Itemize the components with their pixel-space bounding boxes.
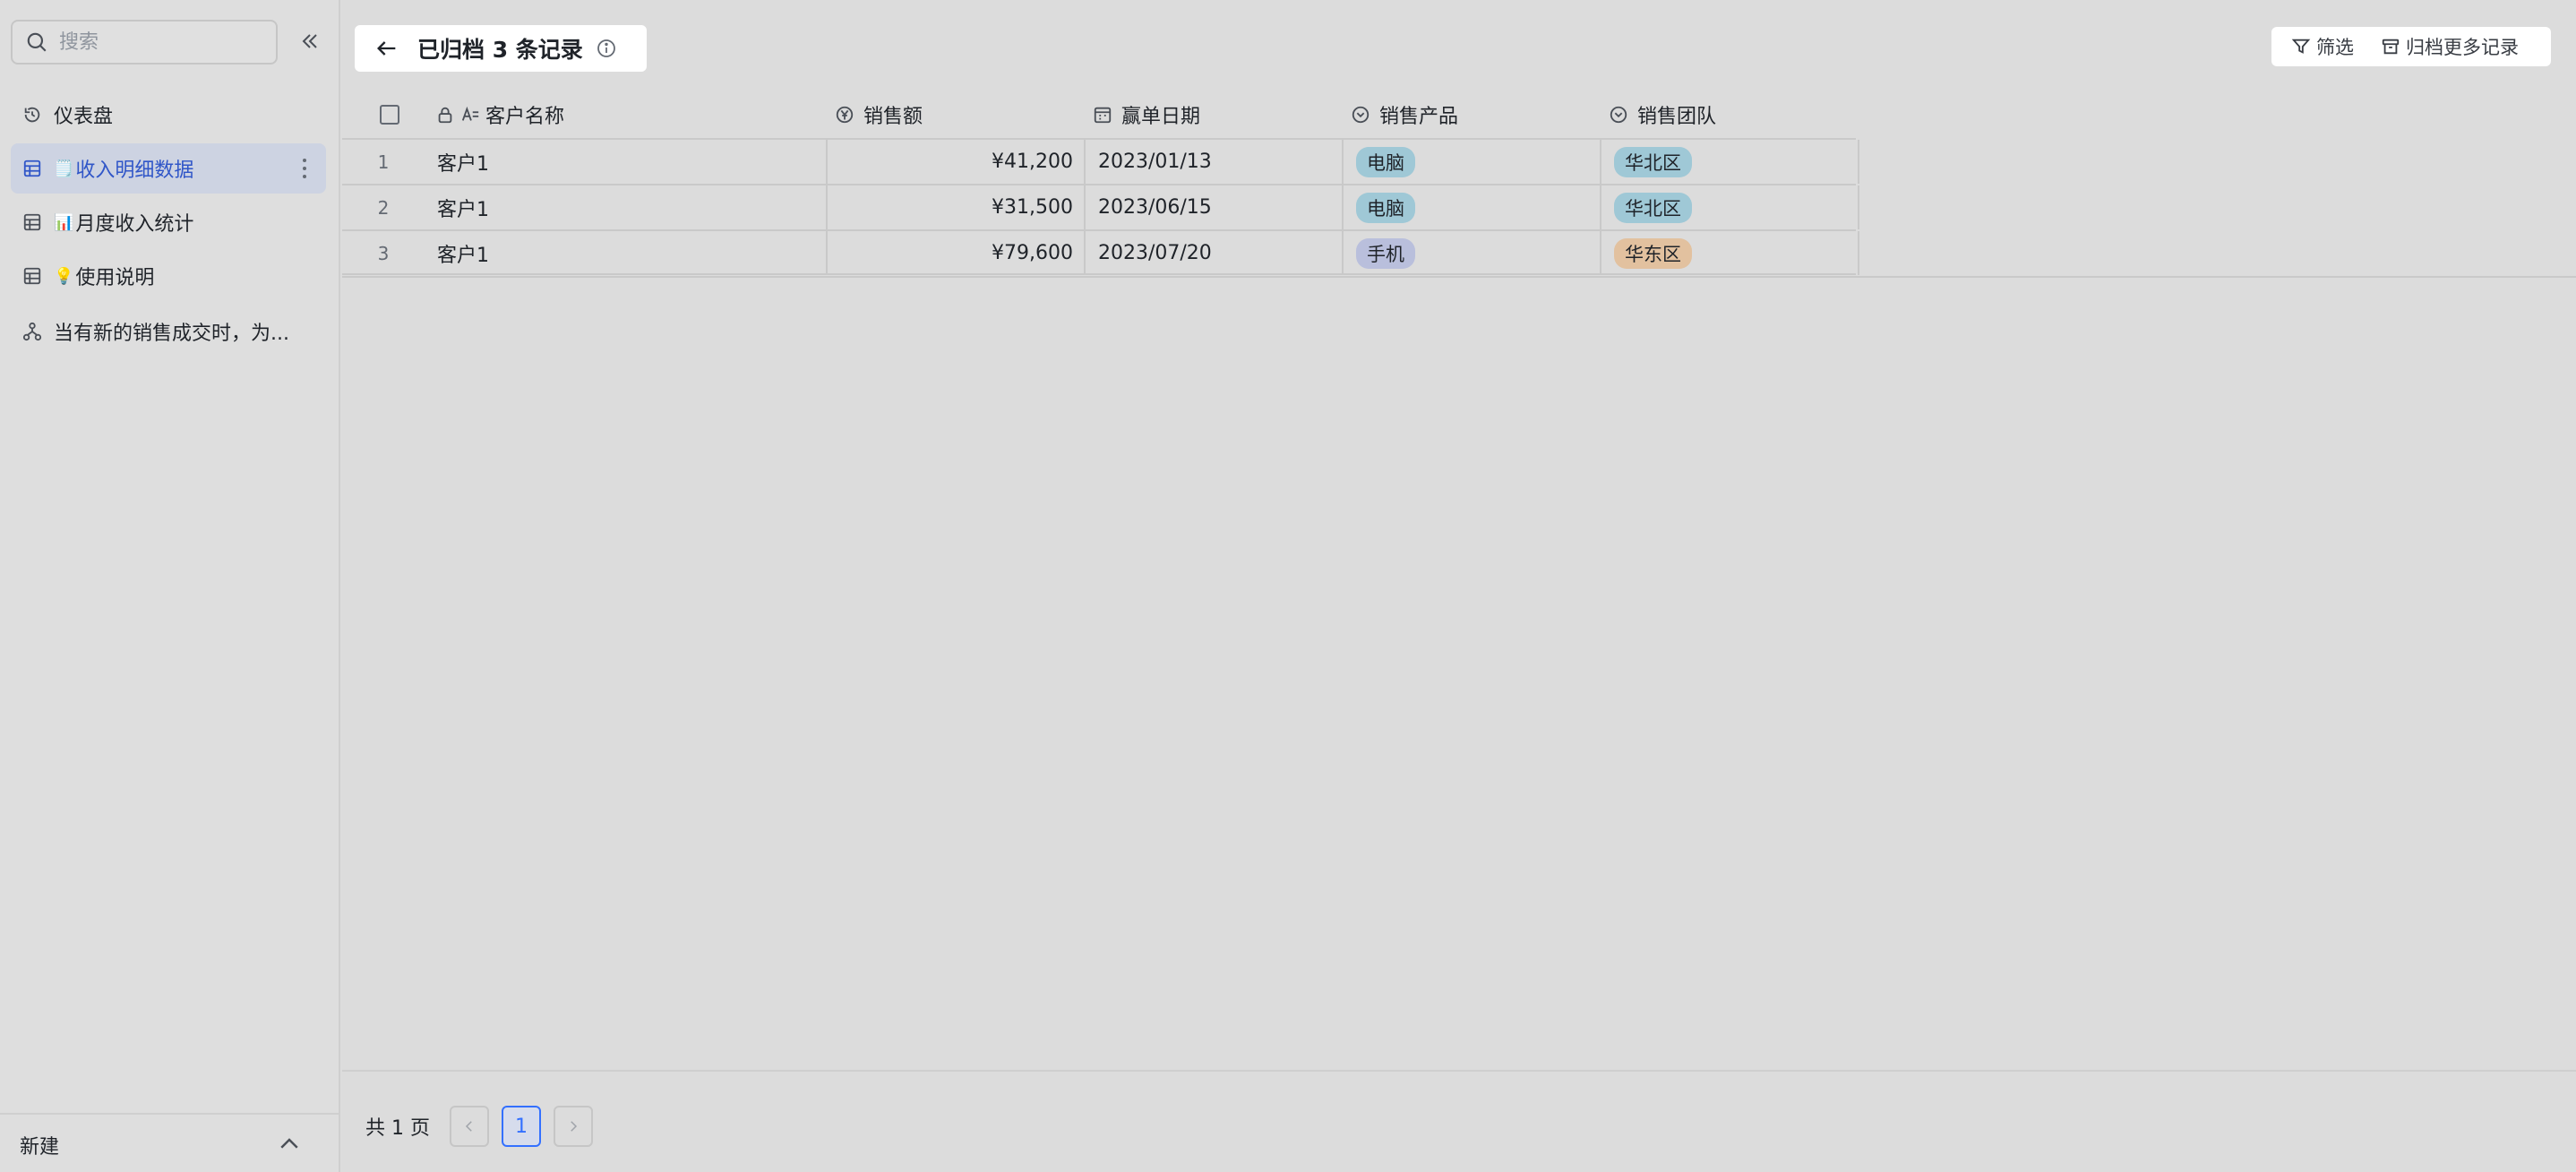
currency-icon [836,106,854,124]
bar-chart-emoji-icon: 📊 [54,212,74,232]
row-index: 1 [377,151,390,173]
single-select-icon [1610,106,1627,124]
toolbar: 筛选 归档更多记录 [2271,27,2551,66]
table-icon [21,158,43,179]
main-content: 已归档 3 条记录 筛选 归档更多记录 客户名称 销售额 赢单日期 销售产品 销… [342,0,2576,1172]
sidebar-item-dashboard[interactable]: 仪表盘 [11,90,326,140]
workflow-icon [21,321,43,342]
dashboard-icon [21,104,43,125]
cell-amount[interactable]: ¥41,200 [828,140,1086,184]
row-index: 3 [377,242,390,264]
column-header-product[interactable]: 销售产品 [1351,91,1458,138]
notepad-emoji-icon: 🗒️ [54,159,74,178]
page-button-current[interactable]: 1 [501,1106,541,1147]
sidebar-item-label: 仪表盘 [54,106,114,128]
table-icon [21,265,43,287]
table-header: 客户名称 销售额 赢单日期 销售产品 销售团队 [342,91,1856,138]
new-button[interactable]: 新建 [20,1131,59,1159]
filter-button[interactable]: 筛选 [2291,33,2354,60]
cell-amount[interactable]: ¥79,600 [828,231,1086,275]
collapse-sidebar-button[interactable] [296,27,324,56]
column-header-date[interactable]: 赢单日期 [1093,91,1200,138]
lock-icon [438,107,452,124]
cell-date[interactable]: 2023/07/20 [1086,231,1344,275]
select-all-checkbox-cell[interactable] [380,91,399,138]
table-icon [21,211,43,233]
archive-header: 已归档 3 条记录 [355,25,647,72]
cell-team[interactable]: 华北区 [1601,140,1859,184]
cell-product[interactable]: 电脑 [1344,185,1601,229]
next-page-button[interactable] [553,1106,593,1147]
page-title: 已归档 3 条记录 [417,37,583,63]
chevron-left-icon [465,1121,472,1132]
search-box[interactable] [11,20,278,65]
table-row[interactable]: 1 客户1 ¥41,200 2023/01/13 电脑 华北区 [342,138,1859,184]
search-input[interactable] [59,30,256,54]
product-tag: 手机 [1356,237,1415,269]
cell-amount[interactable]: ¥31,500 [828,185,1086,229]
filter-label: 筛选 [2316,37,2354,58]
table-row[interactable]: 3 客户1 ¥79,600 2023/07/20 手机 华东区 [342,229,1859,275]
cell-product[interactable]: 电脑 [1344,140,1601,184]
calendar-icon [1094,107,1112,124]
sidebar-divider [0,1113,340,1115]
team-tag: 华北区 [1614,146,1692,177]
prev-page-button[interactable] [449,1106,489,1147]
sidebar: 仪表盘 🗒️ 收入明细数据 📊 月度收入统计 💡 使用说明 当有新的销售成交时，… [0,0,340,1172]
sidebar-item-label: 月度收入统计 [75,213,194,236]
sidebar-item-revenue-details[interactable]: 🗒️ 收入明细数据 [11,143,326,194]
cell-product[interactable]: 手机 [1344,231,1601,275]
sidebar-item-monthly-stats[interactable]: 📊 月度收入统计 [11,197,326,247]
back-arrow-icon[interactable] [374,36,399,61]
table-row[interactable]: 2 客户1 ¥31,500 2023/06/15 电脑 华北区 [342,184,1859,229]
chevron-right-icon [571,1121,578,1132]
row-index: 2 [377,196,390,219]
archive-more-button[interactable]: 归档更多记录 [2381,33,2519,60]
cell-date[interactable]: 2023/01/13 [1086,140,1344,184]
info-icon[interactable] [596,38,617,59]
sidebar-item-automation[interactable]: 当有新的销售成交时，为... [11,306,326,357]
text-field-icon [461,106,479,121]
double-chevron-left-icon [302,34,317,48]
chevron-up-icon[interactable] [276,1131,303,1158]
team-tag: 华北区 [1614,192,1692,223]
search-icon [27,32,47,52]
archive-icon [2382,39,2400,55]
cell-date[interactable]: 2023/06/15 [1086,185,1344,229]
single-select-icon [1352,106,1370,124]
sidebar-item-label: 收入明细数据 [75,159,194,182]
table-bottom-divider [342,276,2576,278]
select-all-checkbox[interactable] [380,105,399,125]
sidebar-item-label: 使用说明 [75,267,155,289]
light-bulb-emoji-icon: 💡 [54,266,74,286]
cell-customer[interactable]: 客户1 [425,185,828,229]
filter-icon [2291,39,2311,54]
product-tag: 电脑 [1356,146,1415,177]
column-header-customer[interactable]: 客户名称 [435,91,564,138]
cell-customer[interactable]: 客户1 [425,140,828,184]
column-header-team[interactable]: 销售团队 [1609,91,1716,138]
sidebar-item-label: 当有新的销售成交时，为... [54,323,289,345]
pagination: 共 1 页 1 [365,1106,605,1147]
team-tag: 华东区 [1614,237,1692,269]
pagination-divider [342,1070,2576,1072]
archive-more-label: 归档更多记录 [2406,37,2519,58]
sidebar-item-instructions[interactable]: 💡 使用说明 [11,251,326,301]
column-header-amount[interactable]: 销售额 [835,91,923,138]
more-options-icon[interactable] [296,156,313,181]
page-count-label: 共 1 页 [365,1117,430,1140]
cell-team[interactable]: 华东区 [1601,231,1859,275]
product-tag: 电脑 [1356,192,1415,223]
cell-team[interactable]: 华北区 [1601,185,1859,229]
cell-customer[interactable]: 客户1 [425,231,828,275]
